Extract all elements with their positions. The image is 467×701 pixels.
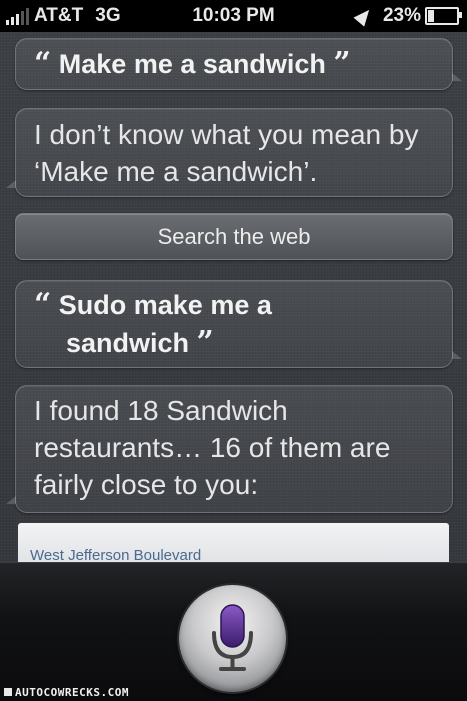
siri-response-line: fairly close to you: [34,469,259,500]
user-utterance-text: Sudo make me a [58,290,272,320]
status-bar: AT&T 3G 10:03 PM 23% [0,0,467,32]
siri-response-bubble: I found 18 Sandwich restaurants… 16 of t… [6,385,453,513]
open-quote: “ [34,287,52,322]
close-quote: ” [333,46,351,81]
siri-response-line: I don’t know what you mean by [34,119,419,150]
siri-response-bubble: I don’t know what you mean by ‘Make me a… [6,108,453,197]
siri-microphone-button[interactable] [179,585,286,692]
siri-response-line: I found 18 Sandwich [34,395,288,426]
watermark: AUTOCOWRECKS.COM [4,686,129,699]
user-utterance-text: Make me a sandwich [58,49,326,79]
user-utterance-bubble[interactable]: “ Make me a sandwich ” [15,38,462,90]
status-right: 23% [353,5,462,27]
search-web-button[interactable]: Search the web [15,213,453,260]
battery-percent: 23% [382,5,421,26]
watermark-text: AUTOCOWRECKS.COM [15,686,129,699]
close-quote: ” [196,325,214,360]
siri-response-line: restaurants… 16 of them are [34,432,391,463]
user-utterance-bubble[interactable]: “ Sudo make me a sandwich ” [15,280,462,368]
location-arrow-icon [353,5,375,27]
battery-fill [428,10,434,22]
siri-response-line: ‘Make me a sandwich’. [34,156,318,187]
microphone-icon [212,604,253,671]
site-logo-icon [4,688,12,696]
open-quote: “ [34,46,52,81]
battery-icon [425,7,462,25]
user-utterance-text: sandwich [66,328,190,358]
